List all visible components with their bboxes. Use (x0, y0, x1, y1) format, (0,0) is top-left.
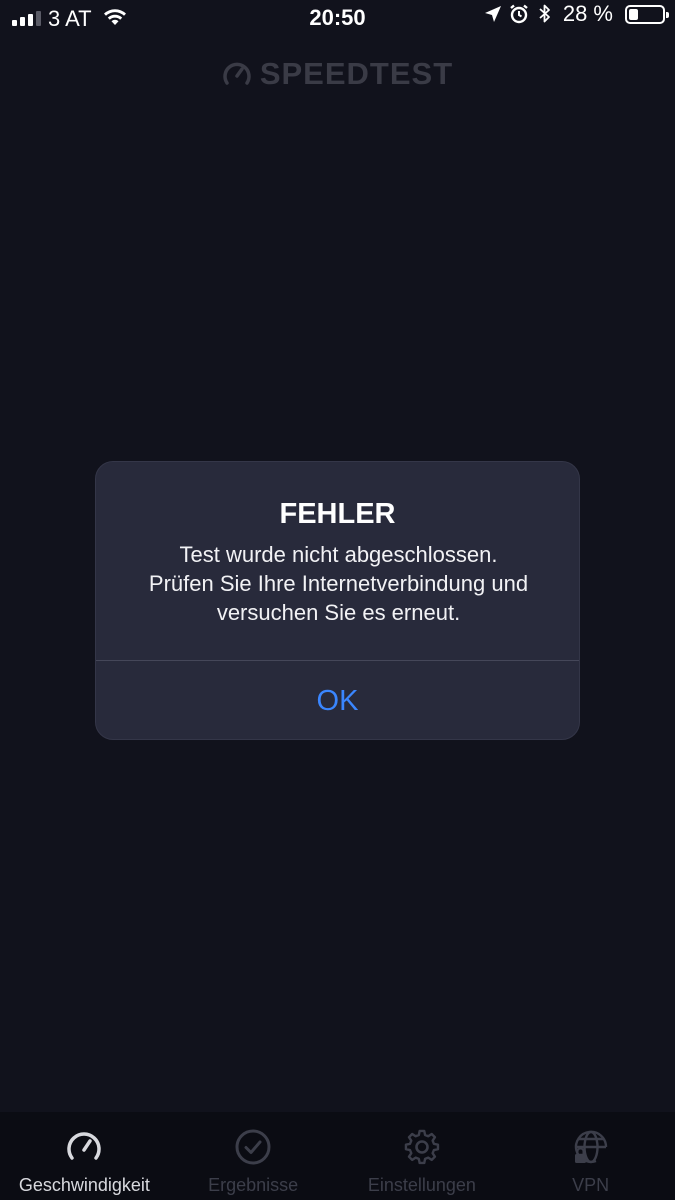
tab-bar: Geschwindigkeit Ergebnisse Einstellungen… (0, 1112, 675, 1200)
tab-label: Ergebnisse (208, 1175, 299, 1195)
ok-button[interactable]: OK (96, 661, 579, 739)
speedtest-logo: SPEEDTEST (0, 56, 675, 92)
tab-geschwindigkeit[interactable]: Geschwindigkeit (0, 1112, 169, 1200)
tab-label: VPN (572, 1175, 610, 1195)
dialog-message-line: Prüfen Sie Ihre Internetverbindung und (148, 571, 529, 596)
tab-ergebnisse[interactable]: Ergebnisse (169, 1112, 338, 1200)
battery-percent: 28 % (562, 1, 613, 26)
checkmark-circle-icon (234, 1128, 272, 1166)
tab-label: Einstellungen (367, 1175, 476, 1195)
location-arrow-icon (483, 4, 503, 29)
tab-vpn[interactable]: VPN (506, 1112, 675, 1200)
dialog-message: Test wurde nicht abgeschlossen. Prüfen S… (116, 540, 561, 627)
dialog-title: FEHLER (279, 498, 396, 530)
speedometer-icon (65, 1128, 103, 1166)
error-dialog: FEHLER Test wurde nicht abgeschlossen. P… (95, 461, 580, 740)
tab-label: Geschwindigkeit (18, 1175, 150, 1195)
globe-lock-icon (572, 1128, 610, 1166)
dialog-message-line: Test wurde nicht abgeschlossen. (179, 542, 498, 567)
battery-icon (625, 5, 669, 24)
dialog-message-line: versuchen Sie es erneut. (216, 600, 461, 625)
alarm-icon (508, 3, 530, 30)
speedometer-logo-icon (223, 62, 251, 85)
bluetooth-icon (538, 3, 552, 30)
gear-icon (403, 1128, 441, 1166)
battery-fill (629, 9, 638, 20)
logo-text: SPEEDTEST (259, 56, 454, 91)
app-screen: 3 AT 20:50 28 % SPEEDTEST FEHLER Test wu… (0, 0, 675, 1200)
status-bar: 3 AT 20:50 28 % (0, 0, 675, 40)
tab-einstellungen[interactable]: Einstellungen (338, 1112, 507, 1200)
